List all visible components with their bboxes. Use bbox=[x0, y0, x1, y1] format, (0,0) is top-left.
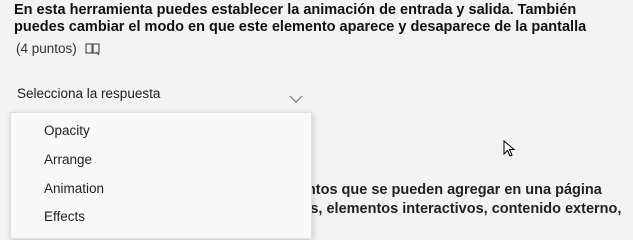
option-effects[interactable]: Effects bbox=[44, 209, 85, 224]
option-opacity[interactable]: Opacity bbox=[44, 123, 90, 138]
mouse-cursor-icon bbox=[503, 139, 517, 158]
points-label: (4 puntos) bbox=[16, 41, 77, 56]
immersive-reader-icon[interactable] bbox=[85, 42, 101, 56]
option-animation[interactable]: Animation bbox=[44, 181, 104, 196]
select-answer-label[interactable]: Selecciona la respuesta bbox=[17, 86, 160, 101]
background-text-line-1: nentos que se pueden agregar en una pági… bbox=[290, 182, 602, 198]
points-row: (4 puntos) bbox=[16, 41, 101, 56]
background-text-line-2: 'sos, elementos interactivos, contenido … bbox=[290, 201, 622, 217]
question-line-1: En esta herramienta puedes establecer la… bbox=[14, 2, 577, 18]
chevron-down-icon[interactable] bbox=[289, 91, 303, 103]
answer-dropdown[interactable]: Opacity Arrange Animation Effects bbox=[10, 112, 312, 239]
option-arrange[interactable]: Arrange bbox=[44, 152, 92, 167]
question-line-2: puedes cambiar el modo en que este eleme… bbox=[14, 19, 587, 35]
